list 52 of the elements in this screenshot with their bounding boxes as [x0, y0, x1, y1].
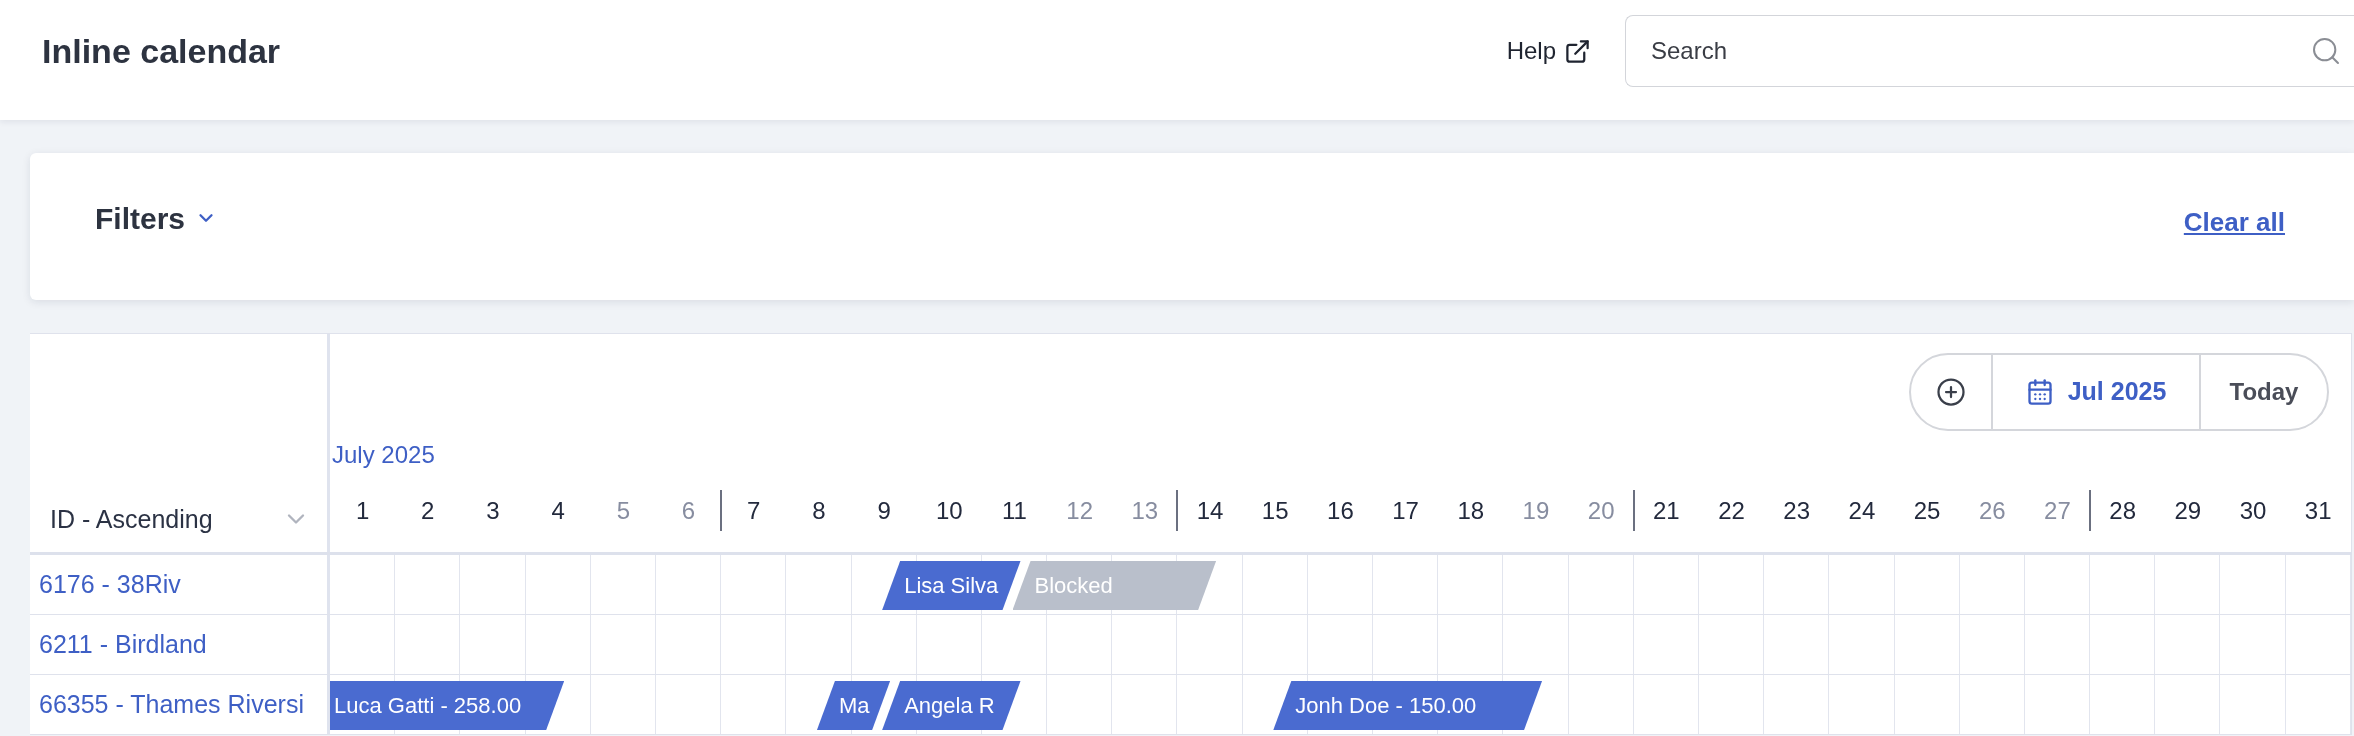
day-number: 22 — [1718, 495, 1745, 526]
day-number: 4 — [551, 495, 565, 526]
day-number: 15 — [1261, 495, 1289, 526]
filters-toggle[interactable]: Filters — [95, 195, 218, 241]
day-number: 10 — [935, 495, 963, 526]
day-number: 9 — [877, 495, 891, 526]
day-number: 19 — [1522, 495, 1550, 526]
day-number: 3 — [486, 495, 500, 526]
listing-link[interactable]: 6211 - Birdland — [39, 625, 207, 664]
help-link[interactable]: Help — [1506, 33, 1591, 69]
booking-bar[interactable]: Jonh Doe - 150.00 — [1273, 681, 1543, 730]
day-number: 29 — [2174, 495, 2202, 526]
page-title: Inline calendar — [42, 31, 281, 71]
booking-bar[interactable]: Lisa Silva — [882, 561, 1021, 610]
booking-bar[interactable]: Luca Gatti - 258.00 — [330, 681, 565, 730]
day-number: 30 — [2239, 495, 2267, 526]
day-number: 11 — [1002, 495, 1027, 526]
search-icon — [2310, 35, 2342, 67]
day-number: 14 — [1196, 495, 1224, 526]
day-number: 18 — [1457, 495, 1485, 526]
clear-all-link[interactable]: Clear all — [2183, 202, 2285, 242]
day-number: 7 — [747, 495, 761, 526]
day-number: 16 — [1327, 495, 1354, 526]
sort-dropdown[interactable]: ID - Ascending — [38, 504, 322, 534]
plus-circle-icon — [1936, 377, 1966, 407]
day-number: 13 — [1131, 495, 1159, 526]
today-button[interactable]: Today — [2201, 355, 2327, 429]
day-number: 20 — [1587, 495, 1615, 526]
day-number: 25 — [1913, 495, 1941, 526]
calendar-icon — [2025, 378, 2054, 406]
day-number: 1 — [355, 495, 370, 526]
day-number: 24 — [1848, 495, 1876, 526]
day-number: 6 — [681, 495, 696, 526]
month-picker-button[interactable]: Jul 2025 — [1993, 355, 2201, 429]
search-field[interactable]: Search — [1625, 15, 2354, 87]
day-number: 17 — [1392, 495, 1419, 526]
day-number: 26 — [1978, 495, 2006, 526]
day-number: 23 — [1783, 495, 1811, 526]
day-number: 27 — [2044, 495, 2071, 526]
booking-bar[interactable]: Angela R — [882, 681, 1021, 730]
booking-bar[interactable]: Ma — [816, 681, 891, 730]
external-link-icon — [1564, 37, 1591, 65]
listing-link[interactable]: 6176 - 38Riv — [39, 565, 181, 604]
listing-link[interactable]: 66355 - Thames Riversi — [39, 685, 304, 724]
day-number: 28 — [2109, 495, 2136, 526]
day-number: 21 — [1653, 495, 1680, 526]
day-number: 12 — [1066, 495, 1093, 526]
day-number: 8 — [812, 495, 826, 526]
month-label: July 2025 — [332, 441, 435, 469]
day-number: 31 — [2304, 495, 2332, 526]
day-number: 5 — [616, 495, 630, 526]
day-number: 2 — [421, 495, 435, 526]
